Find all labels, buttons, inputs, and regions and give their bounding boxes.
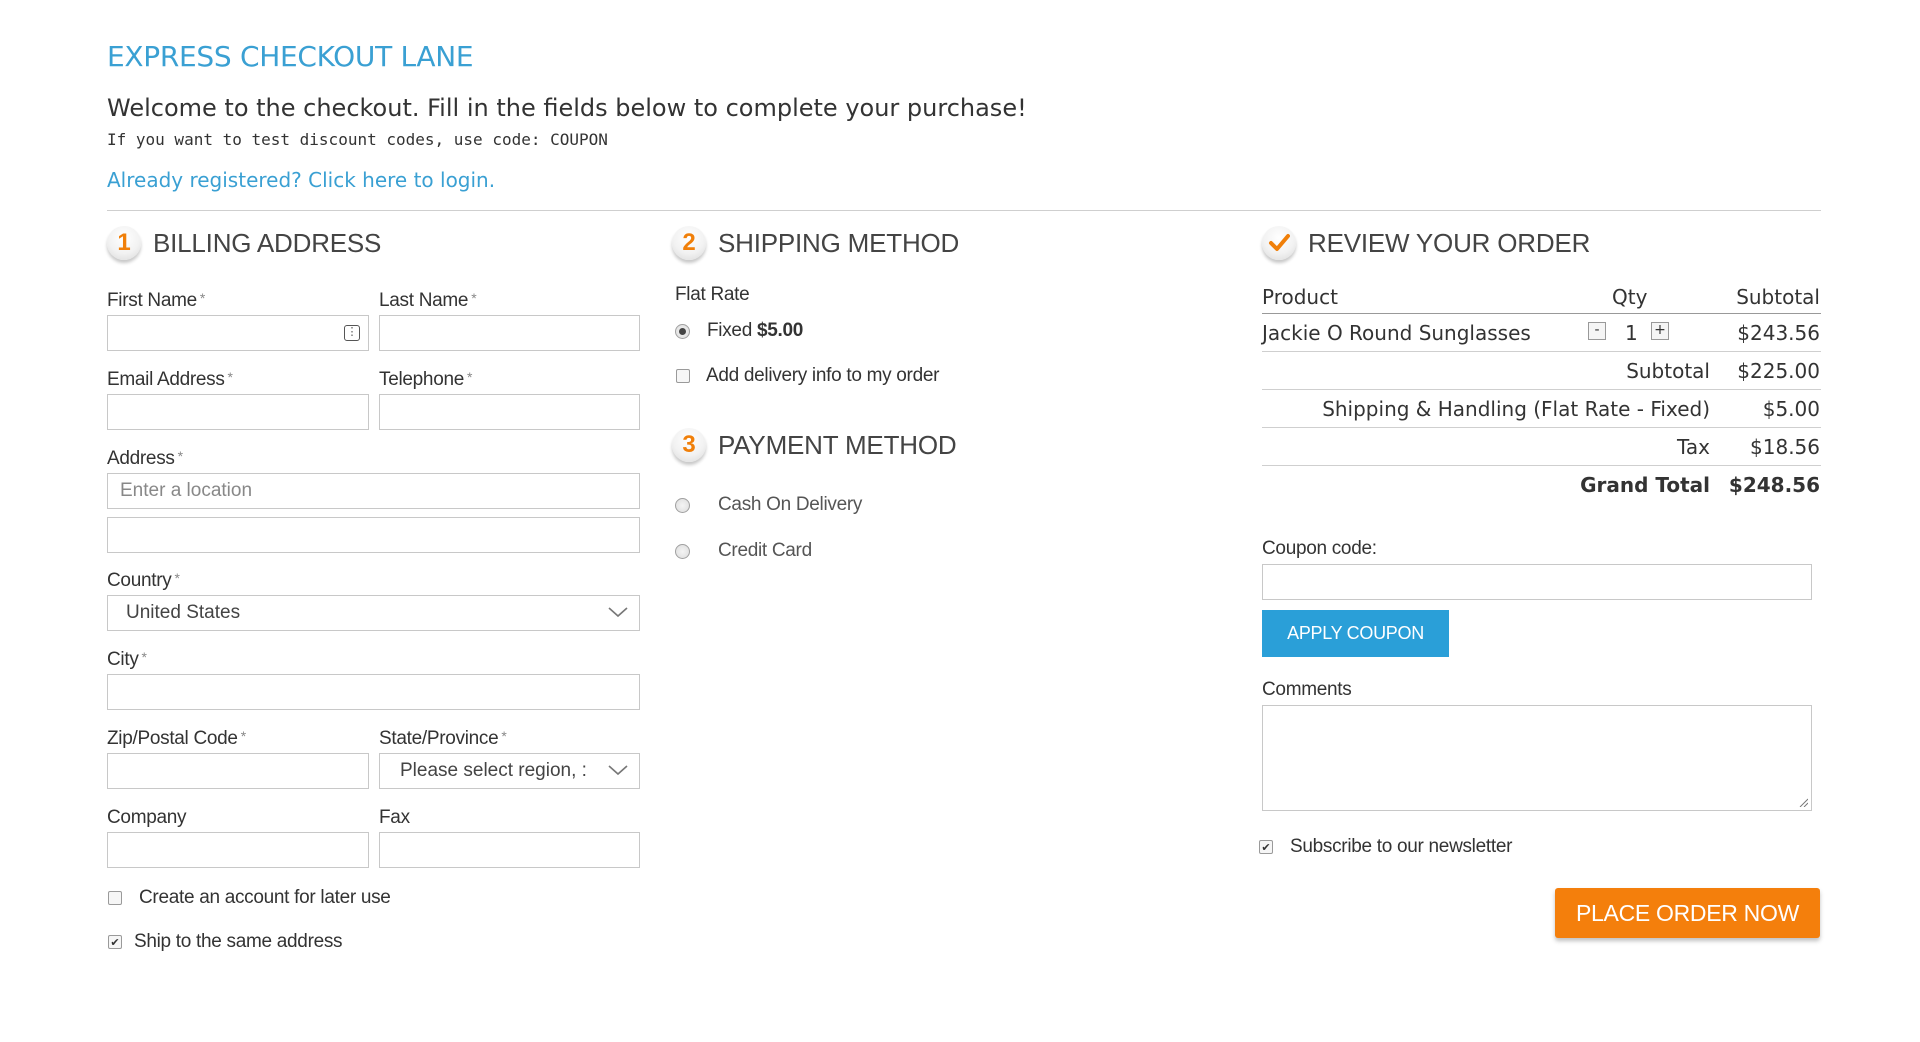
billing-section-header: 1 BILLING ADDRESS (107, 226, 381, 260)
payment-title: PAYMENT METHOD (718, 429, 957, 460)
coupon-label: Coupon code: (1262, 538, 1377, 559)
step-badge-3: 3 (672, 428, 706, 462)
item-name: Jackie O Round Sunglasses (1262, 321, 1531, 345)
last-name-label: Last Name * (379, 290, 477, 311)
zip-label: Zip/Postal Code * (107, 728, 246, 749)
newsletter-checkbox[interactable]: ✔ (1259, 840, 1273, 854)
payment-option-cod[interactable]: Cash On Delivery (675, 494, 862, 516)
address-input-line2[interactable] (107, 517, 640, 553)
flat-rate-label: Flat Rate (675, 284, 750, 305)
check-icon (1262, 226, 1296, 260)
table-divider (1262, 389, 1821, 390)
city-input[interactable] (107, 674, 640, 710)
grand-total-value: $248.56 (1728, 473, 1820, 497)
last-name-input[interactable] (379, 315, 640, 351)
city-label: City * (107, 649, 147, 670)
col-qty-header: Qty (1612, 285, 1648, 309)
item-subtotal: $243.56 (1737, 321, 1820, 345)
state-select[interactable]: Please select region, : (379, 753, 640, 789)
billing-title: BILLING ADDRESS (153, 227, 382, 258)
ship-same-checkbox[interactable]: ✔ (108, 935, 122, 949)
create-account-option[interactable]: Create an account for later use (108, 887, 391, 909)
col-subtotal-header: Subtotal (1736, 285, 1820, 309)
table-divider (1262, 351, 1821, 352)
country-label: Country * (107, 570, 180, 591)
shipping-value: $5.00 (1762, 397, 1820, 421)
first-name-label: First Name * (107, 290, 206, 311)
payment-card-radio[interactable] (675, 543, 690, 559)
delivery-info-option[interactable]: Add delivery info to my order (676, 365, 939, 387)
delivery-info-checkbox[interactable] (676, 369, 690, 383)
shipping-label: Shipping & Handling (Flat Rate - Fixed) (1322, 397, 1710, 421)
table-divider (1262, 465, 1821, 466)
payment-option-credit-card[interactable]: Credit Card (675, 540, 812, 562)
ship-same-option[interactable]: ✔ Ship to the same address (108, 931, 343, 953)
item-qty: 1 (1625, 321, 1638, 345)
zip-input[interactable] (107, 753, 369, 789)
email-label: Email Address * (107, 369, 233, 390)
table-divider (1262, 313, 1821, 314)
company-label: Company (107, 807, 187, 828)
review-title: REVIEW YOUR ORDER (1308, 227, 1591, 258)
first-name-input[interactable]: ⋮ (107, 315, 369, 351)
subtotal-value: $225.00 (1737, 359, 1820, 383)
shipping-section-header: 2 SHIPPING METHOD (672, 226, 959, 260)
autofill-icon[interactable]: ⋮ (344, 325, 360, 341)
shipping-option-fixed[interactable]: Fixed $5.00 (675, 320, 803, 342)
shipping-title: SHIPPING METHOD (718, 227, 960, 258)
payment-cod-radio[interactable] (675, 497, 690, 513)
fax-input[interactable] (379, 832, 640, 868)
welcome-text: Welcome to the checkout. Fill in the fie… (107, 94, 1027, 122)
header-divider (107, 210, 1821, 211)
comments-label: Comments (1262, 679, 1352, 700)
subtotal-label: Subtotal (1626, 359, 1710, 383)
state-label: State/Province * (379, 728, 507, 749)
telephone-input[interactable] (379, 394, 640, 430)
table-divider (1262, 427, 1821, 428)
shipping-fixed-radio[interactable] (675, 323, 690, 339)
login-link[interactable]: Already registered? Click here to login. (107, 168, 495, 192)
payment-section-header: 3 PAYMENT METHOD (672, 428, 957, 462)
chevron-down-icon (608, 765, 628, 776)
fax-label: Fax (379, 807, 410, 828)
company-input[interactable] (107, 832, 369, 868)
qty-decrease-button[interactable]: - (1588, 322, 1606, 340)
chevron-down-icon (608, 607, 628, 618)
address-input-line1[interactable]: Enter a location (107, 473, 640, 509)
grand-total-label: Grand Total (1580, 473, 1710, 497)
resize-grip-icon[interactable] (1798, 797, 1808, 807)
create-account-checkbox[interactable] (108, 891, 122, 905)
place-order-button[interactable]: PLACE ORDER NOW (1555, 888, 1820, 938)
address-label: Address * (107, 448, 183, 469)
telephone-label: Telephone * (379, 369, 473, 390)
newsletter-option[interactable]: ✔ Subscribe to our newsletter (1259, 836, 1512, 858)
comments-textarea[interactable] (1262, 705, 1812, 811)
country-select[interactable]: United States (107, 595, 640, 631)
tax-label: Tax (1677, 435, 1710, 459)
apply-coupon-button[interactable]: APPLY COUPON (1262, 610, 1449, 657)
coupon-input[interactable] (1262, 564, 1812, 600)
email-input[interactable] (107, 394, 369, 430)
coupon-hint: If you want to test discount codes, use … (107, 130, 608, 149)
col-product-header: Product (1262, 285, 1338, 309)
step-badge-2: 2 (672, 226, 706, 260)
review-section-header: REVIEW YOUR ORDER (1262, 226, 1590, 260)
tax-value: $18.56 (1750, 435, 1820, 459)
page-title: EXPRESS CHECKOUT LANE (107, 40, 474, 73)
step-badge-1: 1 (107, 226, 141, 260)
qty-increase-button[interactable]: + (1651, 322, 1669, 340)
